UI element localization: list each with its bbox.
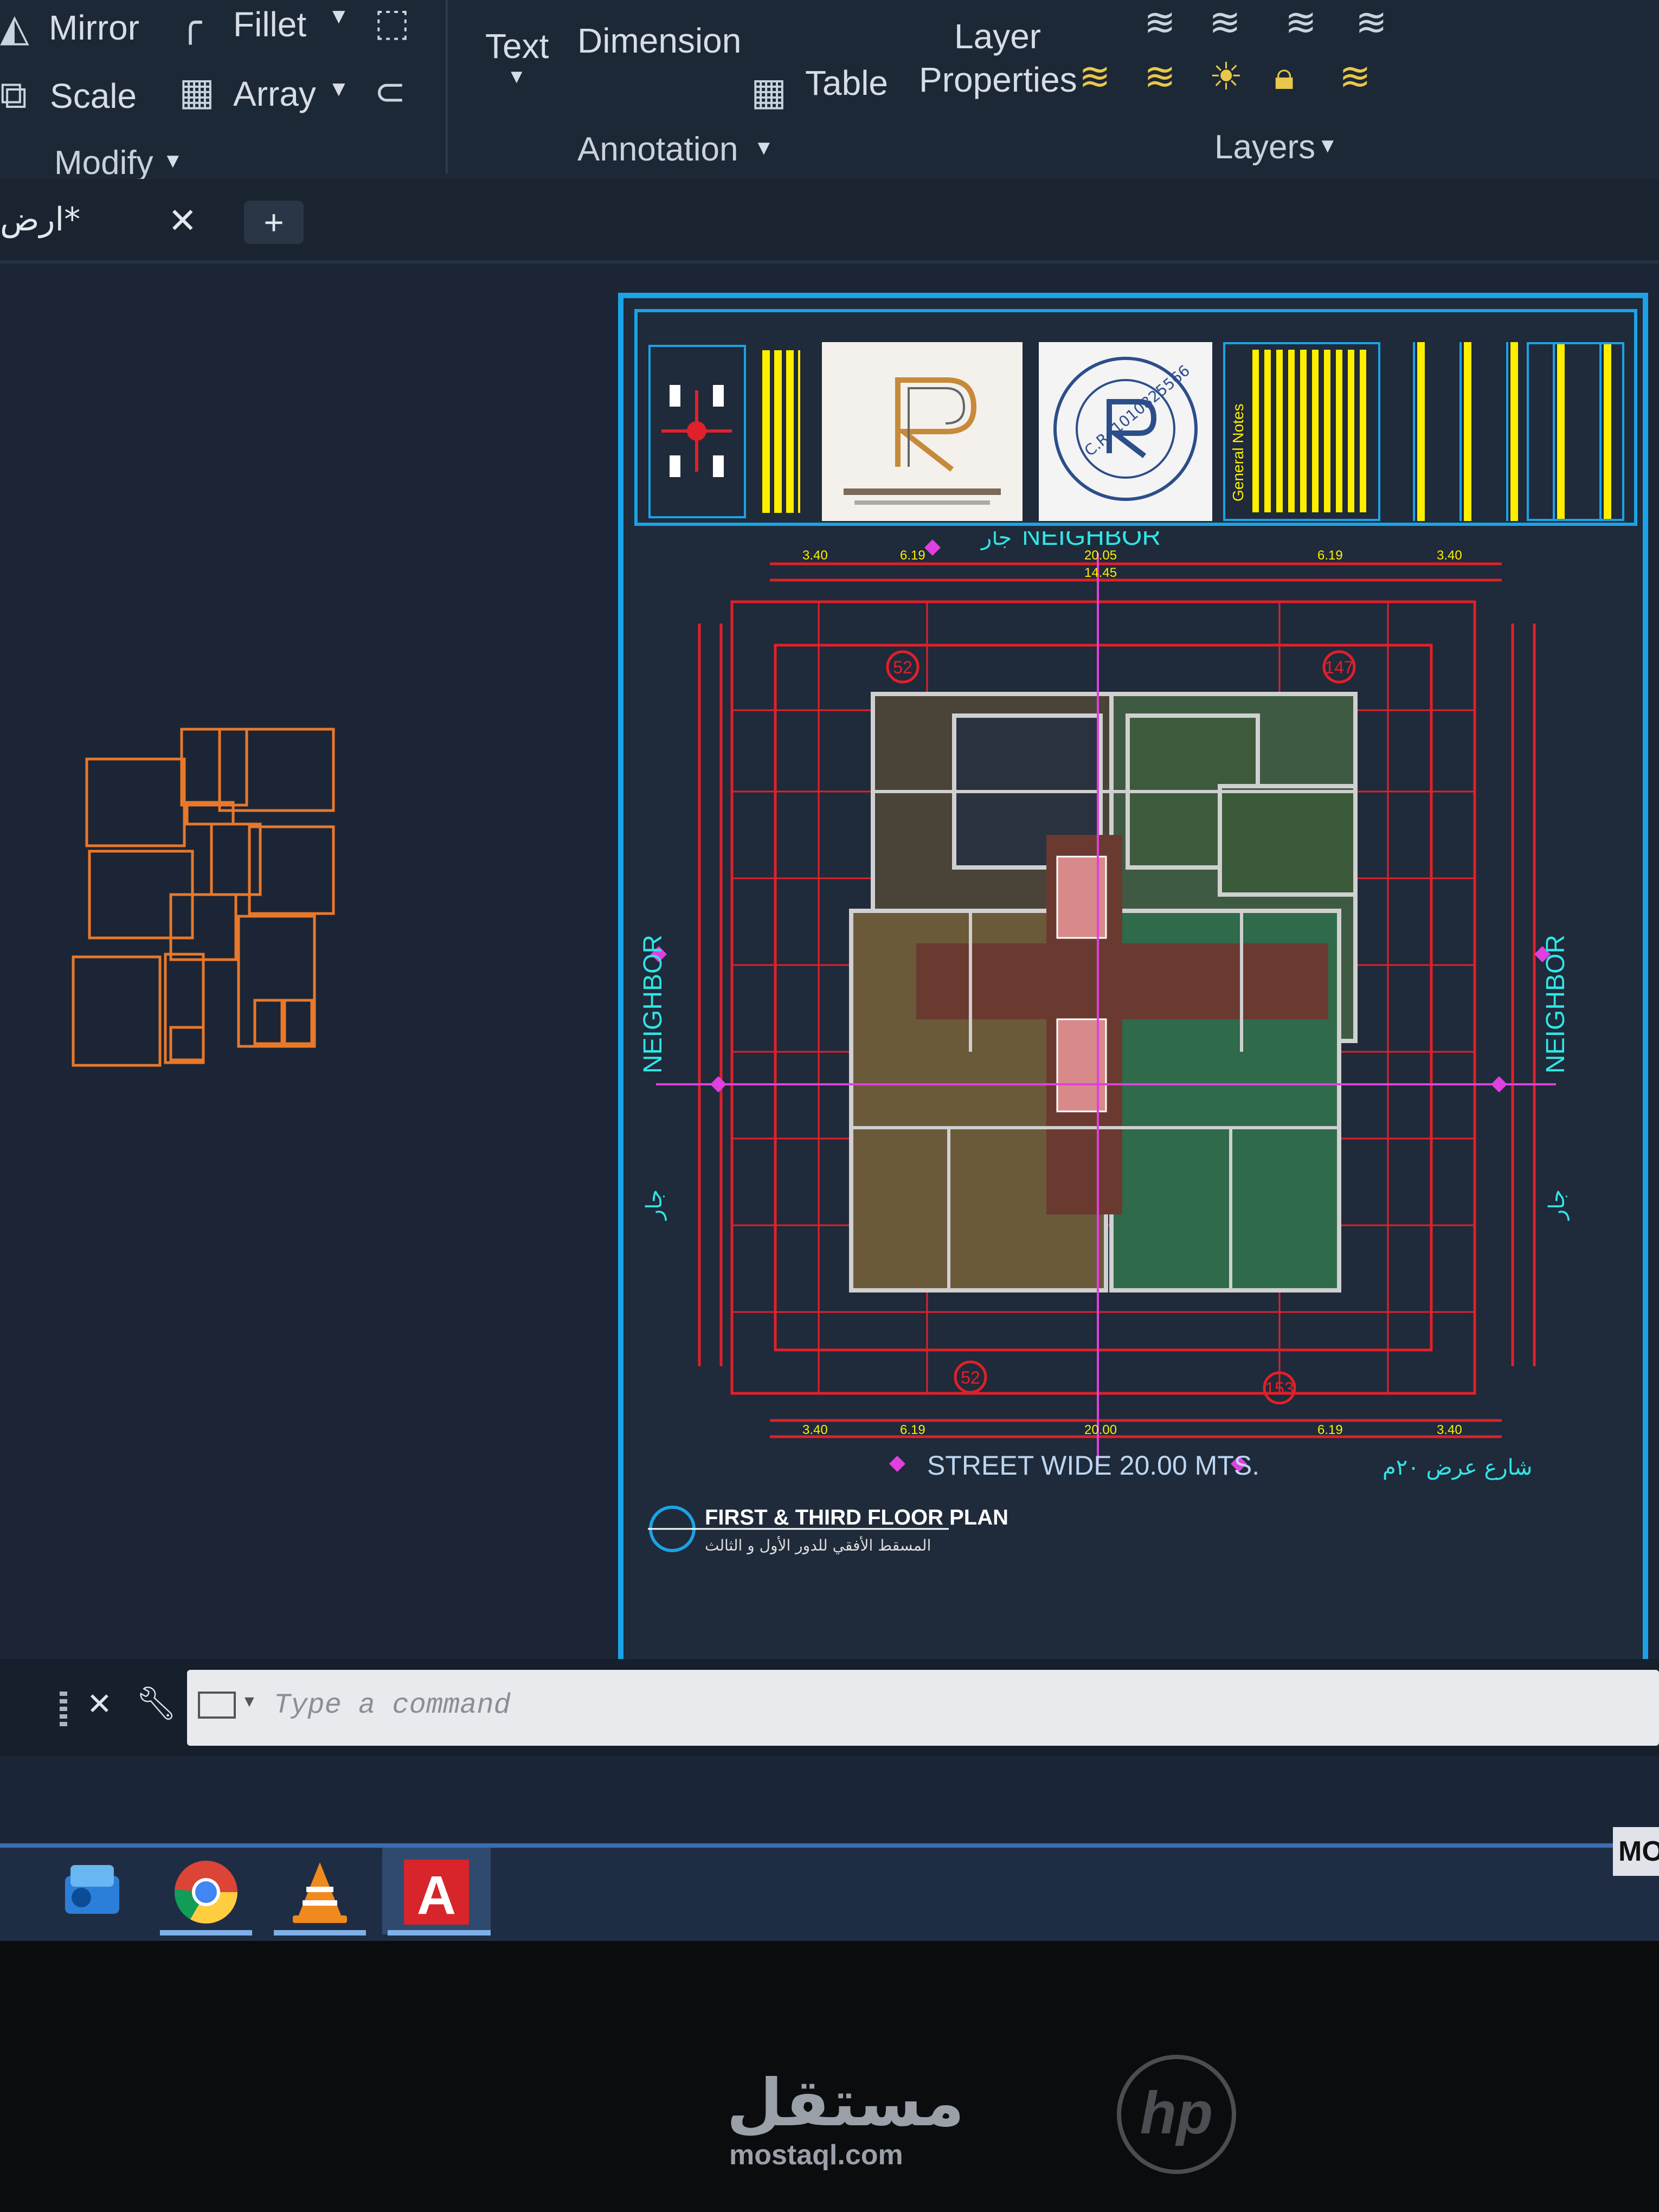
street-label: STREET WIDE 20.00 MTS. — [927, 1450, 1259, 1481]
floor-plan-drawing[interactable]: 52 147 52 153 3.40 6.19 20.05 14.45 6.19… — [623, 531, 1643, 1664]
customize-wrench-icon[interactable]: 🔧︎ — [136, 1684, 177, 1722]
dimension-text: 3.40 — [1437, 548, 1462, 563]
street-label-arabic: شارع عرض ٢٠م — [1382, 1455, 1532, 1480]
neighbor-top-arabic: جار — [980, 531, 1012, 550]
dimension-text: 3.40 — [802, 1423, 828, 1437]
autocad-icon[interactable]: A — [388, 1849, 485, 1935]
layer-properties-button[interactable]: Properties — [919, 60, 1077, 100]
layer-state-icon[interactable]: ≋ — [1144, 0, 1176, 44]
table-icon[interactable]: ▦ — [751, 69, 787, 114]
neighbor-left-arabic: جار — [642, 1189, 667, 1221]
layers-panel-label[interactable]: Layers — [1214, 128, 1315, 166]
orange-sketch-plan[interactable] — [65, 716, 347, 1073]
recent-commands-dropdown-icon[interactable]: ▼ — [241, 1693, 258, 1711]
table-button[interactable]: Table — [805, 63, 888, 103]
layer-freeze-icon[interactable]: ≋ — [1079, 54, 1111, 99]
dimension-text: 14.45 — [1084, 565, 1117, 580]
outlook-icon[interactable] — [43, 1849, 141, 1935]
layer-off-icon[interactable]: ☀ — [1209, 54, 1243, 99]
layer-match-icon[interactable]: ≋ — [1339, 54, 1371, 99]
neighbor-left-label: NEIGHBOR — [639, 935, 667, 1073]
close-tab-icon[interactable]: ✕ — [168, 201, 197, 241]
company-stamp: C.R. 1010825566 — [1039, 342, 1212, 521]
dimension-text: 6.19 — [900, 1423, 925, 1437]
drawing-info-columns — [1386, 342, 1624, 521]
grid-bubble-label: 147 — [1324, 658, 1353, 677]
company-logo — [822, 342, 1023, 521]
text-dropdown-icon[interactable]: ▼ — [507, 65, 526, 88]
general-notes-box: General Notes — [1223, 342, 1380, 521]
watermark-url: mostaql.com — [729, 2139, 903, 2171]
scale-icon[interactable]: ⧉ — [0, 73, 27, 118]
array-button[interactable]: Array — [233, 74, 316, 114]
dimension-text: 20.00 — [1084, 1423, 1117, 1437]
hp-logo: hp — [1117, 2055, 1236, 2174]
command-placeholder: Type a command — [274, 1689, 511, 1721]
layers-dropdown-icon[interactable]: ▼ — [1317, 134, 1338, 158]
neighbor-right-label: NEIGHBOR — [1541, 935, 1570, 1073]
grid-bubble-label: 153 — [1265, 1379, 1294, 1398]
grid-bubble-label: 52 — [893, 658, 912, 677]
dimension-text: 6.19 — [1317, 548, 1343, 563]
autocad-active-indicator — [388, 1930, 491, 1935]
annotation-dropdown-icon[interactable]: ▼ — [754, 137, 774, 160]
command-input[interactable]: ▼ Type a command — [187, 1670, 1659, 1746]
north-arrow-box — [648, 345, 746, 518]
close-command-line-icon[interactable]: ✕ — [87, 1686, 112, 1722]
chrome-active-indicator — [160, 1930, 252, 1935]
array-icon[interactable]: ▦ — [179, 69, 215, 114]
grip-handle-icon[interactable] — [60, 1692, 67, 1729]
mirror-button[interactable]: Mirror — [49, 8, 139, 48]
text-button[interactable]: Text — [485, 26, 549, 66]
chrome-icon[interactable] — [157, 1849, 255, 1935]
fillet-dropdown-icon[interactable]: ▼ — [328, 4, 350, 29]
neighbor-top-label: NEIGHBOR — [1022, 531, 1161, 551]
fillet-icon[interactable]: ╭ — [179, 0, 202, 44]
dimension-text: 3.40 — [802, 548, 828, 563]
grid-bubble-label: 52 — [961, 1368, 980, 1387]
layer-unisolate-icon[interactable]: ≋ — [1285, 0, 1317, 44]
status-area — [0, 1757, 1659, 1843]
system-tray-label[interactable]: MO — [1613, 1827, 1659, 1876]
annotation-panel-label[interactable]: Annotation — [577, 130, 738, 169]
neighbor-right-arabic: جار — [1545, 1189, 1570, 1221]
layer-isolate-icon[interactable]: ≋ — [1144, 54, 1176, 99]
layer-properties-label-line1[interactable]: Layer — [954, 16, 1041, 56]
dimension-text: 3.40 — [1437, 1423, 1462, 1437]
svg-text:A: A — [417, 1865, 456, 1926]
array-dropdown-icon[interactable]: ▼ — [328, 77, 350, 101]
layer-lock-icon[interactable]: 🔒︎ — [1274, 54, 1294, 99]
dimension-button[interactable]: Dimension — [577, 21, 741, 61]
dimension-text: 6.19 — [900, 548, 925, 563]
title-block: C.R. 1010825566 General Notes — [634, 309, 1637, 526]
scale-button[interactable]: Scale — [50, 76, 137, 116]
layer-merge-icon[interactable]: ≋ — [1355, 0, 1387, 44]
modify-dropdown-icon[interactable]: ▼ — [163, 150, 183, 173]
vlc-active-indicator — [274, 1930, 366, 1935]
fillet-button[interactable]: Fillet — [233, 4, 306, 44]
new-tab-button[interactable]: + — [244, 201, 304, 244]
vlc-icon[interactable] — [271, 1849, 369, 1935]
dimension-text: 6.19 — [1317, 1423, 1343, 1437]
plan-title: FIRST & THIRD FLOOR PLAN — [705, 1506, 1008, 1529]
command-prompt-icon[interactable] — [198, 1692, 236, 1719]
modify-panel-label[interactable]: Modify — [54, 144, 153, 182]
company-text-column — [751, 345, 811, 518]
general-notes-title: General Notes — [1230, 403, 1246, 501]
3d-box-icon[interactable]: ⬚ — [374, 0, 410, 44]
layout-sheet[interactable]: C.R. 1010825566 General Notes 52 147 52 … — [618, 293, 1648, 1670]
mirror-icon[interactable]: ◭ — [0, 5, 29, 50]
document-tab-bar: ارض* ✕ + — [0, 179, 1659, 263]
watermark-brand: مستقل — [726, 2066, 964, 2141]
ribbon: ◭ Mirror ╭ Fillet ▼ ⬚ ⧉ Scale ▦ Array ▼ … — [0, 0, 1659, 182]
offset-icon[interactable]: ⊂ — [374, 69, 406, 114]
plan-subtitle-arabic: المسقط الأفقي للدور الأول و الثالث — [705, 1535, 931, 1554]
layer-walk-icon[interactable]: ≋ — [1209, 0, 1241, 44]
tab-active-drawing[interactable]: ارض* — [0, 201, 80, 239]
panel-separator — [446, 0, 448, 173]
